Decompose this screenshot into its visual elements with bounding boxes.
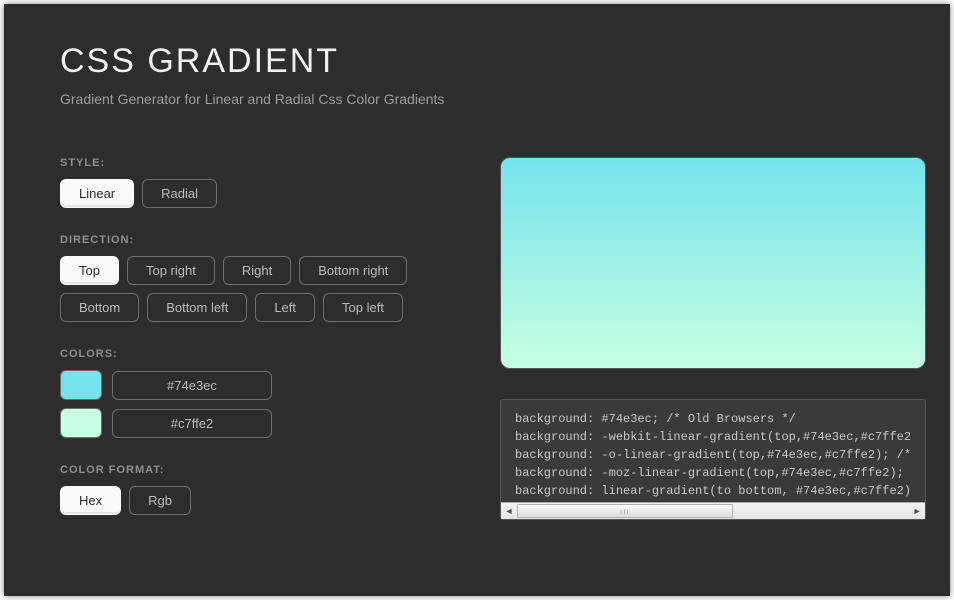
direction-option-top-right[interactable]: Top right <box>127 256 215 285</box>
color-value-0: #74e3ec <box>112 371 272 400</box>
gradient-preview <box>500 157 926 369</box>
style-option-radial[interactable]: Radial <box>142 179 217 208</box>
output-column: background: #74e3ec; /* Old Browsers */ … <box>500 157 926 520</box>
style-section: STYLE: Linear Radial <box>60 157 460 208</box>
style-label: STYLE: <box>60 157 460 169</box>
horizontal-scrollbar[interactable]: ◄ ııı ► <box>501 502 925 519</box>
page-title: CSS GRADIENT <box>60 42 894 81</box>
color-value-1: #c7ffe2 <box>112 409 272 438</box>
scroll-right-arrow-icon[interactable]: ► <box>909 503 925 519</box>
direction-option-bottom-right[interactable]: Bottom right <box>299 256 407 285</box>
direction-section: DIRECTION: Top Top right Right Bottom ri… <box>60 234 460 322</box>
direction-option-top-left[interactable]: Top left <box>323 293 403 322</box>
scroll-left-arrow-icon[interactable]: ◄ <box>501 503 517 519</box>
direction-option-right[interactable]: Right <box>223 256 291 285</box>
colors-label: COLORS: <box>60 348 460 360</box>
color-swatch-1[interactable] <box>60 408 102 438</box>
colors-section: COLORS: #74e3ec #c7ffe2 <box>60 348 460 438</box>
controls-column: STYLE: Linear Radial DIRECTION: Top Top … <box>60 157 460 520</box>
direction-option-top[interactable]: Top <box>60 256 119 285</box>
direction-option-bottom-left[interactable]: Bottom left <box>147 293 247 322</box>
css-output-code[interactable]: background: #74e3ec; /* Old Browsers */ … <box>501 410 925 502</box>
direction-label: DIRECTION: <box>60 234 460 246</box>
direction-option-left[interactable]: Left <box>255 293 315 322</box>
direction-option-bottom[interactable]: Bottom <box>60 293 139 322</box>
style-option-linear[interactable]: Linear <box>60 179 134 208</box>
scroll-thumb[interactable]: ııı <box>517 504 733 518</box>
format-label: COLOR FORMAT: <box>60 464 460 476</box>
format-section: COLOR FORMAT: Hex Rgb <box>60 464 460 515</box>
page-subtitle: Gradient Generator for Linear and Radial… <box>60 91 894 107</box>
format-option-rgb[interactable]: Rgb <box>129 486 191 515</box>
color-swatch-0[interactable] <box>60 370 102 400</box>
format-option-hex[interactable]: Hex <box>60 486 121 515</box>
scroll-track[interactable]: ııı <box>517 503 909 519</box>
app-window: CSS GRADIENT Gradient Generator for Line… <box>4 4 950 596</box>
css-output-box: background: #74e3ec; /* Old Browsers */ … <box>500 399 926 520</box>
